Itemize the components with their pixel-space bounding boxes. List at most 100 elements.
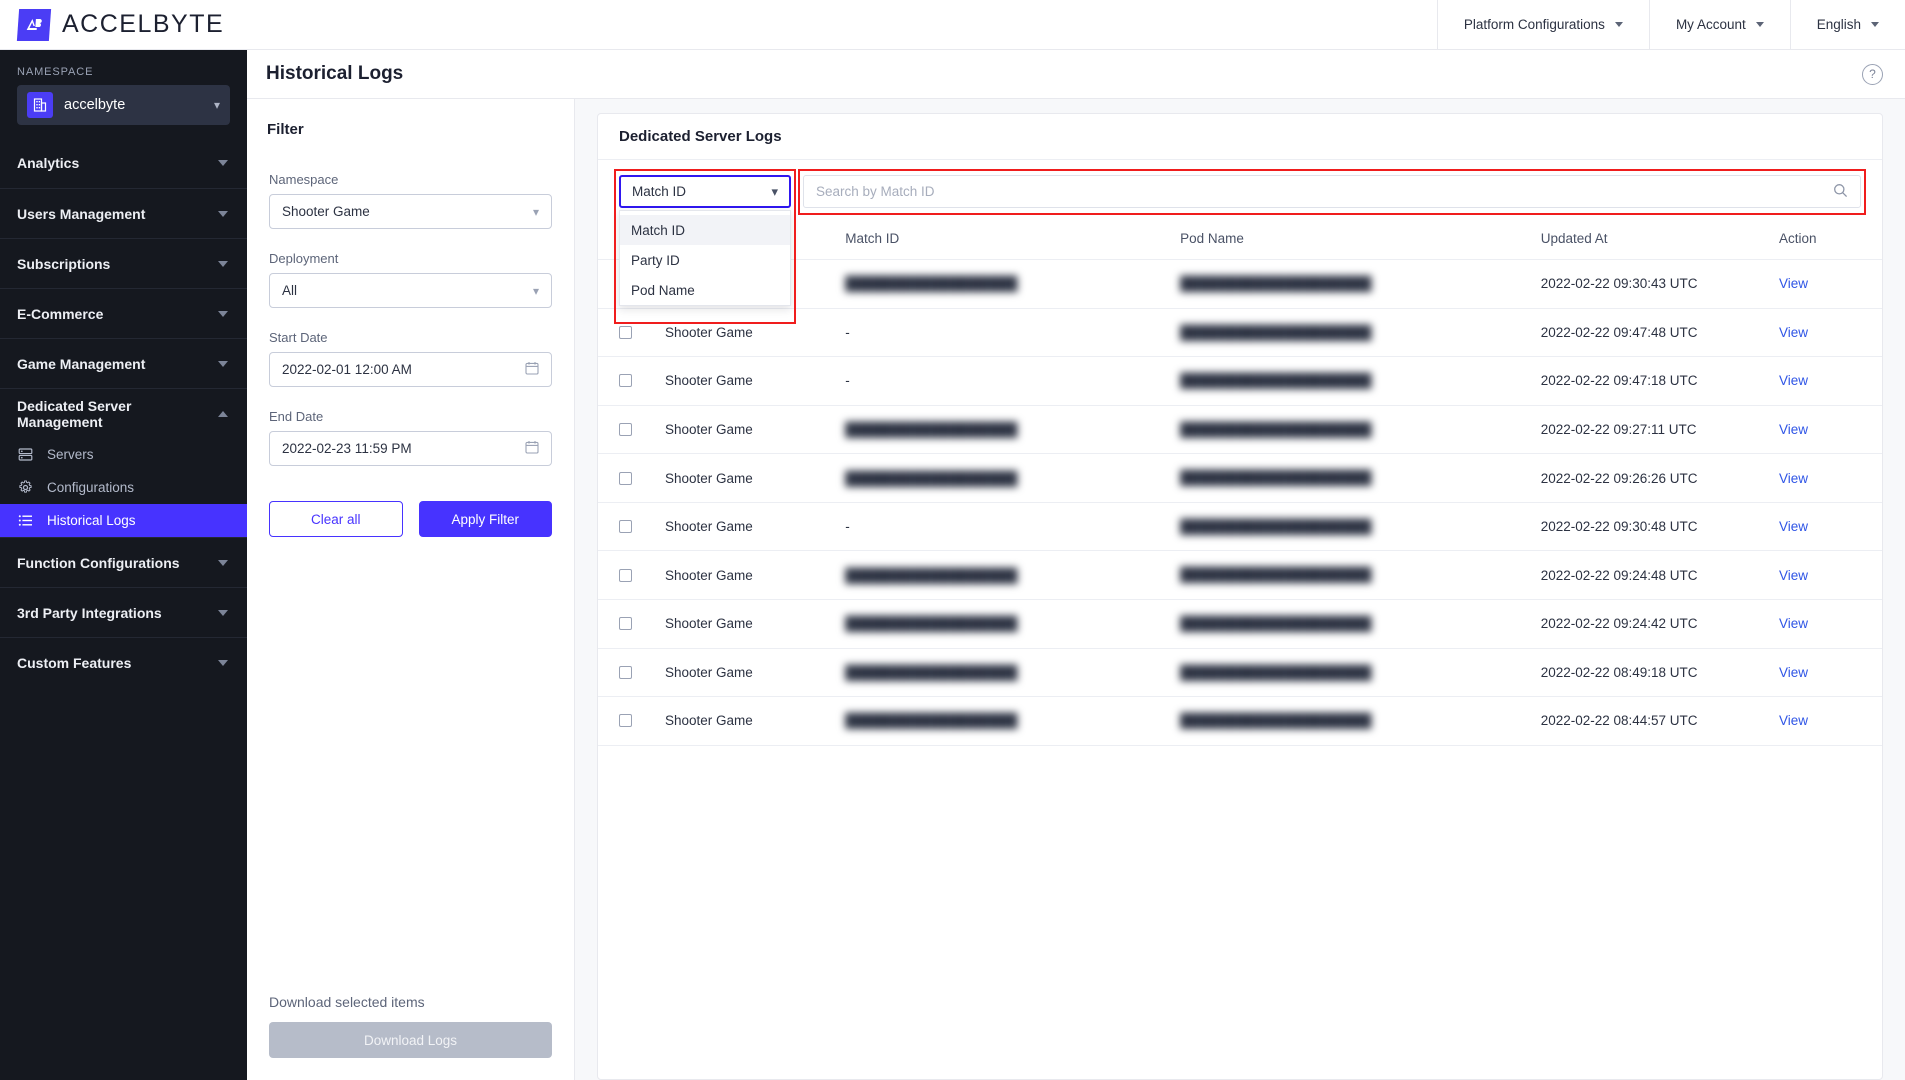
namespace-value: accelbyte xyxy=(64,97,126,113)
row-checkbox[interactable] xyxy=(619,374,632,388)
sidebar-group-dedicated-server-management[interactable]: Dedicated Server Management xyxy=(0,388,247,438)
table-panel: Dedicated Server Logs Match ID ▾ Match I… xyxy=(575,99,1905,1080)
topnav-language[interactable]: English xyxy=(1789,0,1905,50)
cell-action: View xyxy=(1778,599,1882,649)
search-type-dropdown[interactable]: Match ID ▾ xyxy=(619,175,791,208)
sidebar-group-custom-features[interactable]: Custom Features xyxy=(0,637,247,687)
apply-filter-button[interactable]: Apply Filter xyxy=(418,501,552,537)
cell-namespace: Shooter Game xyxy=(664,453,846,503)
view-link[interactable]: View xyxy=(1779,568,1808,583)
cell-updated-at: 2022-02-22 09:26:26 UTC xyxy=(1540,453,1779,503)
row-checkbox[interactable] xyxy=(619,665,632,679)
chevron-down-icon xyxy=(218,360,228,367)
sidebar-group-function-configurations[interactable]: Function Configurations xyxy=(0,537,247,587)
view-link[interactable]: View xyxy=(1779,713,1808,728)
chevron-down-icon: ▾ xyxy=(771,183,778,199)
row-checkbox[interactable] xyxy=(619,471,632,485)
chevron-down-icon xyxy=(218,210,228,217)
row-checkbox[interactable] xyxy=(619,714,632,728)
clear-all-button[interactable]: Clear all xyxy=(269,501,403,537)
sidebar-item-historical-logs[interactable]: Historical Logs xyxy=(0,504,247,537)
card-header: Dedicated Server Logs xyxy=(598,114,1882,160)
body-row: NAMESPACE accelbyte ▾ Analytics Users Ma… xyxy=(0,50,1905,1080)
namespace-selector[interactable]: accelbyte ▾ xyxy=(17,85,230,125)
app-root: ACCELBYTE Platform Configurations My Acc… xyxy=(0,0,1905,1080)
chevron-up-icon xyxy=(218,410,228,417)
accelbyte-logo-icon xyxy=(16,8,52,41)
cell-match-id: ██████████████████ xyxy=(845,453,1181,503)
search-type-value: Match ID xyxy=(632,184,687,199)
view-link[interactable]: View xyxy=(1779,373,1808,388)
cell-action: View xyxy=(1778,453,1882,503)
chevron-down-icon: ▾ xyxy=(213,98,220,112)
question-mark-icon[interactable]: ? xyxy=(1862,63,1883,85)
row-checkbox[interactable] xyxy=(619,568,632,582)
sidebar-group-analytics[interactable]: Analytics xyxy=(0,138,247,188)
search-input[interactable] xyxy=(816,184,1833,199)
sidebar-item-configurations[interactable]: Configurations xyxy=(0,471,247,504)
sidebar-group-label: Users Management xyxy=(17,205,146,222)
table-scroll[interactable]: Namespace Match ID Pod Name Updated At A… xyxy=(598,218,1882,1079)
sidebar-group-game-management[interactable]: Game Management xyxy=(0,338,247,388)
filter-end-date-value: 2022-02-23 11:59 PM xyxy=(282,441,412,456)
sidebar-group-subscriptions[interactable]: Subscriptions xyxy=(0,238,247,288)
row-checkbox-cell xyxy=(598,599,665,649)
sidebar-group-label: 3rd Party Integrations xyxy=(17,604,162,621)
row-checkbox-cell xyxy=(598,648,665,698)
sidebar-group-e-commerce[interactable]: E-Commerce xyxy=(0,288,247,338)
cell-action: View xyxy=(1778,550,1882,600)
row-checkbox[interactable] xyxy=(619,325,632,339)
filter-end-date-input[interactable]: 2022-02-23 11:59 PM xyxy=(269,431,552,466)
cell-action: View xyxy=(1778,356,1882,406)
filter-deployment-select[interactable]: All ▾ xyxy=(269,273,552,308)
sidebar-group-label: Game Management xyxy=(17,355,146,372)
brand-name: ACCELBYTE xyxy=(62,10,224,39)
view-link[interactable]: View xyxy=(1779,276,1808,291)
chevron-down-icon xyxy=(218,310,228,317)
search-box[interactable] xyxy=(803,175,1861,208)
topnav-platform-configurations[interactable]: Platform Configurations xyxy=(1436,0,1649,50)
cell-pod-name: ████████████████████ xyxy=(1180,599,1541,649)
view-link[interactable]: View xyxy=(1779,665,1808,680)
cell-updated-at: 2022-02-22 08:49:18 UTC xyxy=(1540,648,1779,698)
cell-action: View xyxy=(1778,259,1882,309)
sidebar-group-users-management[interactable]: Users Management xyxy=(0,188,247,238)
brand-logo[interactable]: ACCELBYTE xyxy=(0,8,224,41)
cell-match-id: - xyxy=(845,356,1181,406)
search-type-option-match-id[interactable]: Match ID xyxy=(620,215,790,245)
sidebar-group-3rd-party-integrations[interactable]: 3rd Party Integrations xyxy=(0,587,247,637)
row-checkbox[interactable] xyxy=(619,617,632,631)
search-icon[interactable] xyxy=(1833,183,1848,201)
row-checkbox-cell xyxy=(598,453,665,503)
row-checkbox[interactable] xyxy=(619,422,632,436)
cell-match-id: ██████████████████ xyxy=(845,648,1181,698)
table-row: Shooter Game████████████████████████████… xyxy=(598,696,1882,746)
filter-namespace-select[interactable]: Shooter Game ▾ xyxy=(269,194,552,229)
view-link[interactable]: View xyxy=(1779,471,1808,486)
main-area: Historical Logs ? Filter Namespace Shoot… xyxy=(247,50,1905,1080)
sidebar: NAMESPACE accelbyte ▾ Analytics Users Ma… xyxy=(0,50,247,1080)
view-link[interactable]: View xyxy=(1779,325,1808,340)
card-title: Dedicated Server Logs xyxy=(619,128,782,145)
view-link[interactable]: View xyxy=(1779,422,1808,437)
row-checkbox[interactable] xyxy=(619,520,632,534)
download-logs-button[interactable]: Download Logs xyxy=(269,1022,552,1058)
search-type-option-pod-name[interactable]: Pod Name xyxy=(620,275,790,305)
table-row: Shooter Game████████████████████████████… xyxy=(598,405,1882,455)
filter-start-date-input[interactable]: 2022-02-01 12:00 AM xyxy=(269,352,552,387)
search-type-dropdown-wrapper: Match ID ▾ Match ID Party ID Pod Name xyxy=(614,169,796,324)
cell-namespace: Shooter Game xyxy=(664,405,846,455)
chevron-down-icon xyxy=(218,160,228,166)
view-link[interactable]: View xyxy=(1779,616,1808,631)
search-toolbar: Match ID ▾ Match ID Party ID Pod Name xyxy=(598,160,1882,324)
view-link[interactable]: View xyxy=(1779,519,1808,534)
search-type-option-party-id[interactable]: Party ID xyxy=(620,245,790,275)
building-icon xyxy=(27,92,53,118)
cell-namespace: Shooter Game xyxy=(664,648,846,698)
sidebar-item-servers[interactable]: Servers xyxy=(0,438,247,471)
topnav-label: Platform Configurations xyxy=(1463,17,1605,32)
topnav-my-account[interactable]: My Account xyxy=(1648,0,1790,50)
namespace-label: NAMESPACE xyxy=(17,66,94,78)
table-row: Shooter Game - ████████████████████ 2022-02… xyxy=(598,356,1882,406)
col-updated-at: Updated At xyxy=(1540,218,1779,260)
